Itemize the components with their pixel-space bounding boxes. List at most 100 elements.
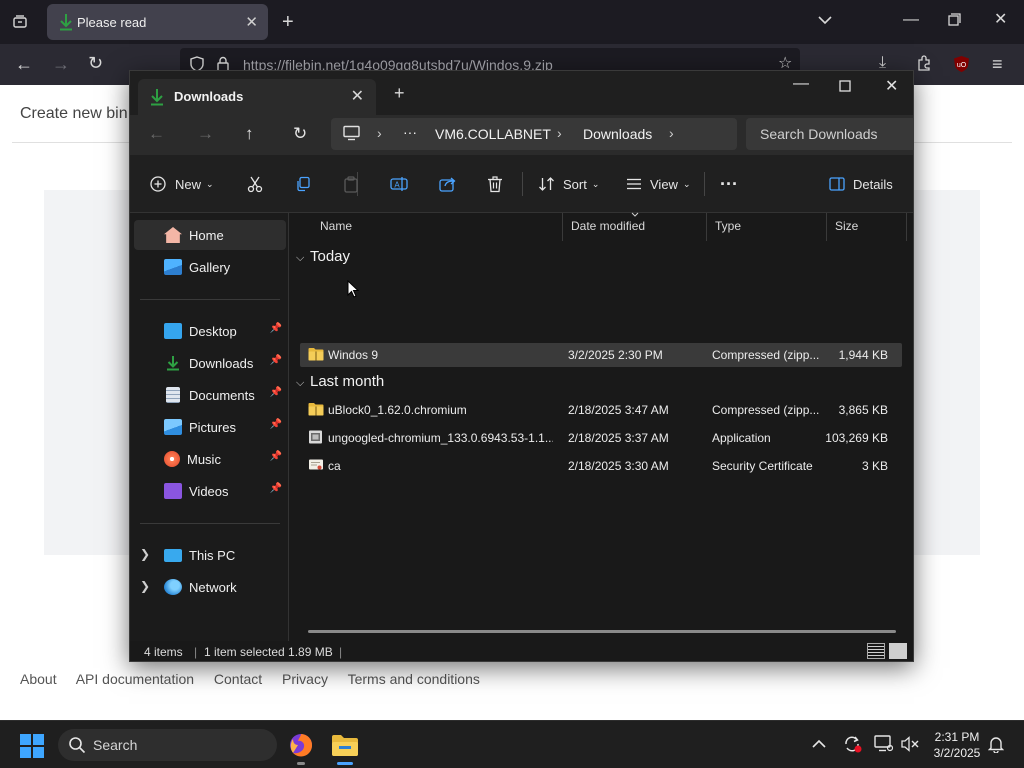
sidebar-item-this-pc[interactable]: This PC <box>134 540 286 570</box>
monitor-icon[interactable] <box>343 125 360 144</box>
pin-icon[interactable]: 📌 <box>270 387 282 398</box>
sidebar-item-videos[interactable]: Videos 📌 <box>134 476 286 506</box>
breadcrumb-collabnet[interactable]: VM6.COLLABNET <box>435 126 551 142</box>
speaker-muted-icon[interactable] <box>901 736 919 756</box>
tab-list-icon[interactable] <box>12 14 28 34</box>
footer-link-privacy[interactable]: Privacy <box>282 671 328 687</box>
ublock-icon[interactable]: uO <box>953 55 970 77</box>
sidebar-item-music[interactable]: Music 📌 <box>134 444 286 474</box>
footer-link-about[interactable]: About <box>20 671 57 687</box>
reload-icon[interactable]: ↻ <box>88 54 103 72</box>
sort-button-label: Sort <box>563 176 587 192</box>
clock-date: 3/2/2025 <box>933 746 981 760</box>
breadcrumb-downloads[interactable]: Downloads <box>583 126 652 142</box>
horizontal-scrollbar[interactable] <box>308 630 896 633</box>
pin-icon[interactable]: 📌 <box>270 419 282 430</box>
sync-icon[interactable] <box>843 735 863 757</box>
sidebar-item-home[interactable]: Home <box>134 220 286 250</box>
sidebar-item-documents[interactable]: Documents 📌 <box>134 380 286 410</box>
taskbar-search[interactable]: Search <box>58 729 277 761</box>
file-row[interactable]: Windos 9 3/2/2025 2:30 PM Compressed (zipp… <box>300 343 902 367</box>
column-header-name[interactable]: Name <box>312 213 563 241</box>
sidebar-item-gallery[interactable]: Gallery <box>134 252 286 282</box>
column-header-date[interactable]: Date modified <box>563 212 707 241</box>
breadcrumb-more[interactable]: ··· <box>403 124 417 140</box>
rename-button[interactable]: A <box>390 155 408 213</box>
forward-icon[interactable]: → <box>197 124 214 144</box>
explorer-tab[interactable]: Downloads ✕ <box>138 79 376 115</box>
file-date: 2/18/2025 3:37 AM <box>568 431 669 445</box>
maximize-icon[interactable] <box>839 79 851 97</box>
chevron-down-icon[interactable] <box>818 13 832 31</box>
close-window-icon[interactable]: ✕ <box>994 12 1007 28</box>
new-button[interactable]: New ⌄ <box>150 155 214 213</box>
group-header-today[interactable]: ⌵ Today <box>296 248 350 265</box>
view-button[interactable]: View ⌄ <box>626 155 691 213</box>
close-icon[interactable]: ✕ <box>351 86 364 106</box>
group-header-last-month[interactable]: ⌵ Last month <box>296 373 384 390</box>
more-options-button[interactable]: ··· <box>720 155 738 213</box>
close-icon[interactable]: ✕ <box>245 13 258 31</box>
back-icon[interactable]: ← <box>148 124 165 144</box>
minimize-icon[interactable]: — <box>903 12 919 28</box>
sidebar-item-downloads[interactable]: Downloads 📌 <box>134 348 286 378</box>
notification-bell-icon[interactable] <box>987 735 1005 757</box>
sort-button[interactable]: Sort ⌄ <box>538 155 599 213</box>
browser-tab[interactable]: Please read ✕ <box>47 4 268 40</box>
sidebar-item-network[interactable]: Network <box>134 572 286 602</box>
firefox-icon[interactable] <box>288 732 314 763</box>
chevron-right-icon[interactable]: › <box>669 125 674 141</box>
close-window-icon[interactable]: ✕ <box>885 76 898 96</box>
pin-icon[interactable]: 📌 <box>270 451 282 462</box>
file-explorer-icon[interactable] <box>331 733 359 762</box>
up-icon[interactable]: ↑ <box>245 124 254 144</box>
windows-start-icon[interactable] <box>20 734 44 763</box>
pictures-icon <box>164 419 182 435</box>
copy-icon <box>297 176 310 192</box>
column-header-type[interactable]: Type <box>707 213 827 241</box>
create-bin-link[interactable]: Create new bin <box>20 105 128 123</box>
chevron-up-icon[interactable] <box>812 736 826 753</box>
address-bar[interactable]: › ··· VM6.COLLABNET › Downloads › <box>331 118 737 150</box>
footer-link-api[interactable]: API documentation <box>76 671 194 687</box>
restore-icon[interactable] <box>948 13 961 30</box>
footer-link-terms[interactable]: Terms and conditions <box>348 671 480 687</box>
details-pane-icon <box>829 177 845 191</box>
chevron-right-icon[interactable]: › <box>377 125 382 141</box>
taskbar: Search 2:31 PM 3/2/2025 <box>0 720 1024 768</box>
status-divider: | <box>194 645 198 659</box>
footer-link-contact[interactable]: Contact <box>214 671 262 687</box>
file-row[interactable]: ca 2/18/2025 3:30 AM Security Certificate 3… <box>300 454 902 478</box>
cut-button[interactable] <box>246 155 264 213</box>
menu-icon[interactable]: ≡ <box>992 55 1003 73</box>
forward-icon[interactable]: → <box>52 55 70 73</box>
pin-icon[interactable]: 📌 <box>270 355 282 366</box>
back-icon[interactable]: ← <box>15 55 33 73</box>
copy-button[interactable] <box>295 155 311 213</box>
file-row[interactable]: uBlock0_1.62.0.chromium 2/18/2025 3:47 AM… <box>300 398 902 422</box>
sidebar-item-desktop[interactable]: Desktop 📌 <box>134 316 286 346</box>
chevron-right-icon[interactable]: › <box>557 125 562 141</box>
pin-icon[interactable]: 📌 <box>270 323 282 334</box>
system-clock[interactable]: 2:31 PM 3/2/2025 <box>930 729 984 761</box>
new-tab-icon[interactable]: + <box>394 83 405 104</box>
paste-button[interactable] <box>343 155 359 213</box>
search-input[interactable]: Search Downloads <box>746 118 913 150</box>
new-tab-icon[interactable]: + <box>282 12 294 32</box>
tiles-view-toggle-icon[interactable] <box>889 643 907 659</box>
details-button[interactable]: Details <box>829 155 893 213</box>
divider <box>140 299 280 300</box>
extensions-icon[interactable] <box>916 55 932 75</box>
display-icon[interactable] <box>874 735 894 756</box>
details-view-toggle-icon[interactable] <box>867 643 885 659</box>
delete-button[interactable] <box>487 155 503 213</box>
column-header-size[interactable]: Size <box>827 213 907 241</box>
pin-icon[interactable]: 📌 <box>270 483 282 494</box>
minimize-icon[interactable]: — <box>793 75 809 93</box>
refresh-icon[interactable]: ↻ <box>293 124 307 144</box>
sidebar-item-pictures[interactable]: Pictures 📌 <box>134 412 286 442</box>
file-row[interactable]: ungoogled-chromium_133.0.6943.53-1.1... 2… <box>300 426 902 450</box>
share-button[interactable] <box>439 155 456 213</box>
downloads-icon[interactable]: ⤓ <box>879 55 886 71</box>
divider <box>522 172 523 196</box>
